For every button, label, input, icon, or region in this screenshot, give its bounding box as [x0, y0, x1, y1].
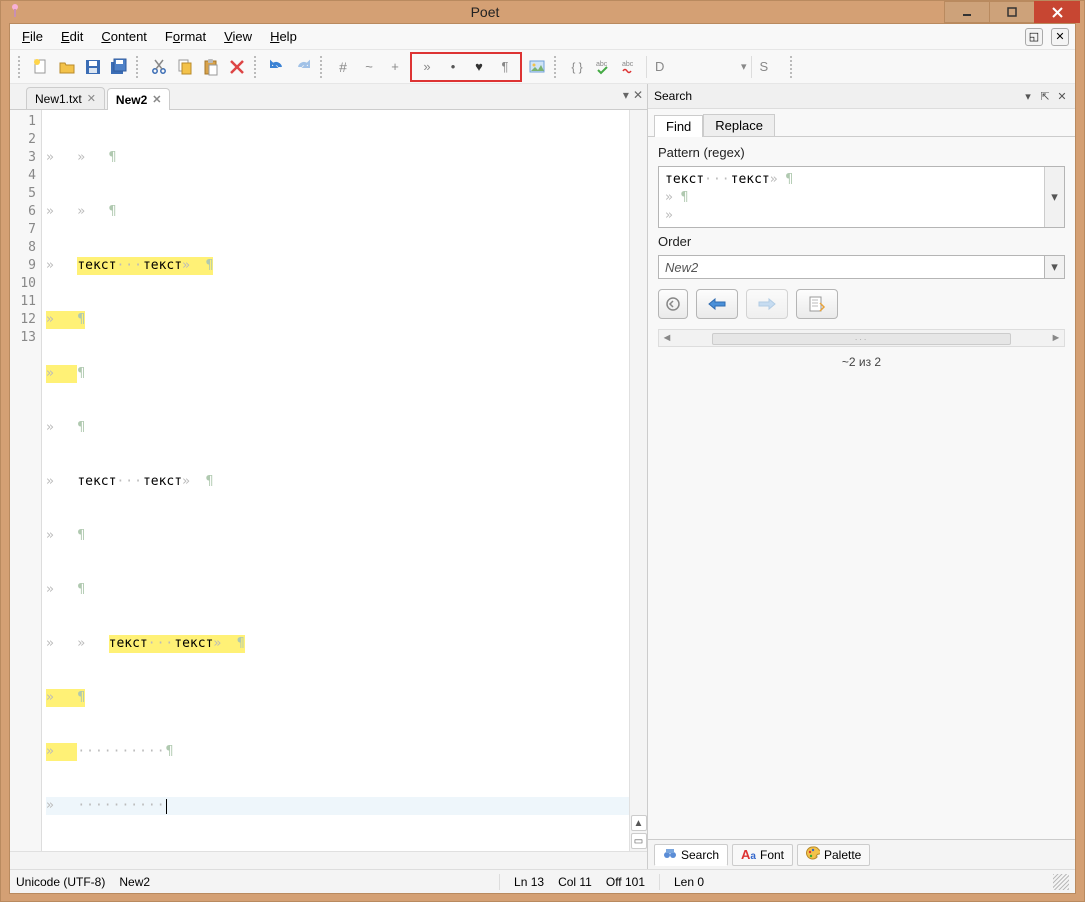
app-icon: [5, 3, 25, 22]
menu-content[interactable]: Content: [95, 27, 153, 46]
svg-text:abc: abc: [622, 61, 634, 68]
vertical-scrollbar[interactable]: ▲ ▭: [629, 110, 647, 851]
order-select[interactable]: New2: [658, 255, 1045, 279]
results-count: ~2 из 2: [658, 355, 1065, 369]
pattern-dropdown-icon[interactable]: ▾: [1044, 167, 1064, 227]
search-panel-title: Search: [654, 89, 1018, 103]
scroll-up-icon[interactable]: ▲: [631, 815, 647, 831]
hash-icon[interactable]: #: [331, 55, 355, 79]
minimize-button[interactable]: [944, 1, 990, 23]
tab-menu-icon[interactable]: ▾: [623, 88, 629, 102]
horizontal-scrollbar[interactable]: [10, 851, 647, 869]
side-panel-footer: Search Aa Font Palette: [648, 839, 1075, 869]
editor-tabstrip: New1.txt ✕ New2 ✕ ▾ ✕: [10, 84, 647, 110]
font-icon: Aa: [741, 847, 756, 862]
tab-find[interactable]: Find: [654, 115, 703, 137]
order-dropdown-icon[interactable]: ▾: [1045, 255, 1065, 279]
titlebar[interactable]: Poet: [1, 1, 1084, 23]
menu-help[interactable]: Help: [264, 27, 303, 46]
status-len: Len 0: [674, 875, 704, 889]
pattern-label: Pattern (regex): [658, 145, 1065, 160]
split-icon[interactable]: ▭: [631, 833, 647, 849]
status-doc: New2: [119, 875, 150, 889]
order-label: Order: [658, 234, 1065, 249]
tab-close-icon[interactable]: ✕: [87, 92, 96, 105]
open-file-icon[interactable]: [55, 55, 79, 79]
window-title: Poet: [25, 4, 945, 20]
close-panel-icon[interactable]: ✕: [1051, 28, 1069, 46]
redo-icon[interactable]: [291, 55, 315, 79]
braces-icon[interactable]: { }: [565, 55, 589, 79]
new-file-icon[interactable]: [29, 55, 53, 79]
menu-file[interactable]: File: [16, 27, 49, 46]
client-area: File Edit Content Format View Help ◱ ✕: [9, 23, 1076, 894]
search-header[interactable]: Search ▾ ⇱ ✕: [648, 84, 1075, 109]
tab-close-all-icon[interactable]: ✕: [633, 88, 643, 102]
copy-icon[interactable]: [173, 55, 197, 79]
toolbar-field-s[interactable]: [756, 56, 786, 78]
status-ln: Ln 13: [514, 875, 544, 889]
resize-grip[interactable]: [1053, 874, 1069, 890]
status-encoding: Unicode (UTF-8): [16, 875, 105, 889]
delete-icon[interactable]: [225, 55, 249, 79]
menu-view[interactable]: View: [218, 27, 258, 46]
gutter: 12345678910111213: [10, 110, 42, 851]
toolbar: # ~ + » • ♥ ¶ { } abc abc ▾: [10, 50, 1075, 84]
menubar: File Edit Content Format View Help ◱ ✕: [10, 24, 1075, 50]
binoculars-icon: [663, 846, 677, 863]
tab-label: New2: [116, 93, 147, 107]
tab-replace[interactable]: Replace: [703, 114, 775, 136]
maximize-button[interactable]: [989, 1, 1035, 23]
footer-tab-font[interactable]: Aa Font: [732, 844, 793, 866]
undo-icon[interactable]: [265, 55, 289, 79]
code-view[interactable]: » » ¶ » » ¶ » текст···текст» ¶ » ¶ » ¶ »…: [42, 110, 629, 851]
nav-results-button[interactable]: [796, 289, 838, 319]
editor-area[interactable]: 12345678910111213 » » ¶ » » ¶ » текст···…: [10, 110, 647, 851]
pattern-input[interactable]: текст···текст» ¶ » ¶ » ▾: [658, 166, 1065, 228]
highlighted-whitespace-group: » • ♥ ¶: [410, 52, 522, 82]
menu-edit[interactable]: Edit: [55, 27, 89, 46]
paste-icon[interactable]: [199, 55, 223, 79]
editor-panel: New1.txt ✕ New2 ✕ ▾ ✕ 12345678910111213: [10, 84, 647, 869]
show-spaces-icon[interactable]: •: [441, 55, 465, 79]
status-off: Off 101: [606, 875, 645, 889]
save-all-icon[interactable]: [107, 55, 131, 79]
save-icon[interactable]: [81, 55, 105, 79]
tab-label: New1.txt: [35, 92, 82, 106]
spellcheck-error-icon[interactable]: abc: [617, 55, 641, 79]
search-tabs: Find Replace: [648, 109, 1075, 137]
restore-panel-icon[interactable]: ◱: [1025, 28, 1043, 46]
statusbar: Unicode (UTF-8) New2 Ln 13 Col 11 Off 10…: [10, 869, 1075, 893]
nav-next-button[interactable]: [746, 289, 788, 319]
panel-menu-icon[interactable]: ▾: [1021, 90, 1035, 103]
app-window: Poet File Edit Content Format View Help …: [0, 0, 1085, 902]
toolbar-field-d[interactable]: [651, 56, 741, 78]
panel-close-icon[interactable]: ✕: [1055, 90, 1069, 103]
spellcheck-ok-icon[interactable]: abc: [591, 55, 615, 79]
footer-tab-palette[interactable]: Palette: [797, 844, 870, 866]
tab-new1[interactable]: New1.txt ✕: [26, 87, 105, 109]
footer-tab-search[interactable]: Search: [654, 844, 728, 866]
tab-close-icon[interactable]: ✕: [152, 93, 161, 106]
image-icon[interactable]: [525, 55, 549, 79]
nav-first-button[interactable]: [658, 289, 688, 319]
search-panel: Search ▾ ⇱ ✕ Find Replace Pattern (regex…: [647, 84, 1075, 869]
status-col: Col 11: [558, 875, 592, 889]
results-scrollbar[interactable]: ◄ ∙∙∙ ►: [658, 329, 1065, 347]
nav-prev-button[interactable]: [696, 289, 738, 319]
tilde-icon[interactable]: ~: [357, 55, 381, 79]
pin-icon[interactable]: ⇱: [1038, 90, 1052, 103]
close-button[interactable]: [1034, 1, 1080, 23]
palette-icon: [806, 846, 820, 863]
show-symbols-icon[interactable]: ♥: [467, 55, 491, 79]
menu-format[interactable]: Format: [159, 27, 212, 46]
show-eol-icon[interactable]: ¶: [493, 55, 517, 79]
cut-icon[interactable]: [147, 55, 171, 79]
tab-new2[interactable]: New2 ✕: [107, 88, 171, 110]
show-tabs-icon[interactable]: »: [415, 55, 439, 79]
plus-icon[interactable]: +: [383, 55, 407, 79]
